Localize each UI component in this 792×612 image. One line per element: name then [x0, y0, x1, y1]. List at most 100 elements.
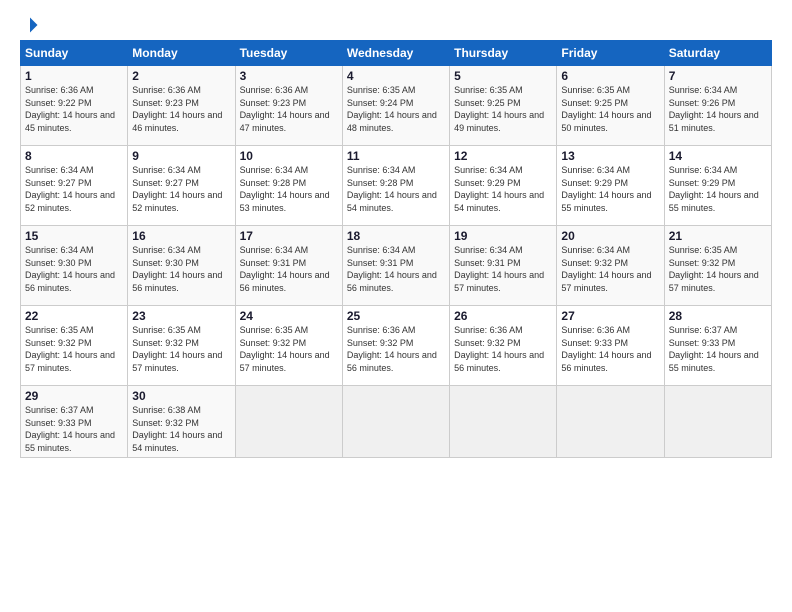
calendar-header-wednesday: Wednesday — [342, 41, 449, 66]
day-info: Sunrise: 6:34 AM Sunset: 9:32 PM Dayligh… — [561, 244, 659, 294]
day-info: Sunrise: 6:37 AM Sunset: 9:33 PM Dayligh… — [25, 404, 123, 454]
calendar-header-tuesday: Tuesday — [235, 41, 342, 66]
calendar-cell: 7 Sunrise: 6:34 AM Sunset: 9:26 PM Dayli… — [664, 66, 771, 146]
day-number: 1 — [25, 69, 123, 83]
calendar-table: SundayMondayTuesdayWednesdayThursdayFrid… — [20, 40, 772, 458]
day-number: 10 — [240, 149, 338, 163]
calendar-cell: 4 Sunrise: 6:35 AM Sunset: 9:24 PM Dayli… — [342, 66, 449, 146]
day-number: 16 — [132, 229, 230, 243]
calendar-cell: 26 Sunrise: 6:36 AM Sunset: 9:32 PM Dayl… — [450, 306, 557, 386]
day-info: Sunrise: 6:34 AM Sunset: 9:31 PM Dayligh… — [240, 244, 338, 294]
calendar-cell: 15 Sunrise: 6:34 AM Sunset: 9:30 PM Dayl… — [21, 226, 128, 306]
calendar-cell: 5 Sunrise: 6:35 AM Sunset: 9:25 PM Dayli… — [450, 66, 557, 146]
day-info: Sunrise: 6:35 AM Sunset: 9:32 PM Dayligh… — [669, 244, 767, 294]
calendar-cell — [450, 386, 557, 458]
day-info: Sunrise: 6:34 AM Sunset: 9:30 PM Dayligh… — [25, 244, 123, 294]
day-number: 7 — [669, 69, 767, 83]
day-info: Sunrise: 6:35 AM Sunset: 9:24 PM Dayligh… — [347, 84, 445, 134]
calendar-cell: 25 Sunrise: 6:36 AM Sunset: 9:32 PM Dayl… — [342, 306, 449, 386]
calendar-cell: 18 Sunrise: 6:34 AM Sunset: 9:31 PM Dayl… — [342, 226, 449, 306]
calendar-cell: 6 Sunrise: 6:35 AM Sunset: 9:25 PM Dayli… — [557, 66, 664, 146]
day-number: 6 — [561, 69, 659, 83]
day-number: 9 — [132, 149, 230, 163]
calendar-cell: 1 Sunrise: 6:36 AM Sunset: 9:22 PM Dayli… — [21, 66, 128, 146]
day-number: 5 — [454, 69, 552, 83]
day-number: 23 — [132, 309, 230, 323]
day-number: 28 — [669, 309, 767, 323]
day-info: Sunrise: 6:37 AM Sunset: 9:33 PM Dayligh… — [669, 324, 767, 374]
day-info: Sunrise: 6:36 AM Sunset: 9:23 PM Dayligh… — [132, 84, 230, 134]
day-number: 29 — [25, 389, 123, 403]
day-info: Sunrise: 6:34 AM Sunset: 9:30 PM Dayligh… — [132, 244, 230, 294]
calendar-cell: 8 Sunrise: 6:34 AM Sunset: 9:27 PM Dayli… — [21, 146, 128, 226]
day-info: Sunrise: 6:34 AM Sunset: 9:29 PM Dayligh… — [669, 164, 767, 214]
day-number: 18 — [347, 229, 445, 243]
day-number: 25 — [347, 309, 445, 323]
day-number: 15 — [25, 229, 123, 243]
day-number: 3 — [240, 69, 338, 83]
day-info: Sunrise: 6:34 AM Sunset: 9:27 PM Dayligh… — [132, 164, 230, 214]
day-info: Sunrise: 6:34 AM Sunset: 9:28 PM Dayligh… — [240, 164, 338, 214]
calendar-header-sunday: Sunday — [21, 41, 128, 66]
day-number: 30 — [132, 389, 230, 403]
calendar-header-saturday: Saturday — [664, 41, 771, 66]
calendar-cell: 22 Sunrise: 6:35 AM Sunset: 9:32 PM Dayl… — [21, 306, 128, 386]
day-info: Sunrise: 6:35 AM Sunset: 9:32 PM Dayligh… — [25, 324, 123, 374]
calendar-cell: 2 Sunrise: 6:36 AM Sunset: 9:23 PM Dayli… — [128, 66, 235, 146]
calendar-cell: 17 Sunrise: 6:34 AM Sunset: 9:31 PM Dayl… — [235, 226, 342, 306]
calendar-cell: 19 Sunrise: 6:34 AM Sunset: 9:31 PM Dayl… — [450, 226, 557, 306]
calendar-header-row: SundayMondayTuesdayWednesdayThursdayFrid… — [21, 41, 772, 66]
day-info: Sunrise: 6:35 AM Sunset: 9:25 PM Dayligh… — [454, 84, 552, 134]
day-number: 26 — [454, 309, 552, 323]
calendar-cell: 20 Sunrise: 6:34 AM Sunset: 9:32 PM Dayl… — [557, 226, 664, 306]
day-number: 2 — [132, 69, 230, 83]
calendar-cell: 23 Sunrise: 6:35 AM Sunset: 9:32 PM Dayl… — [128, 306, 235, 386]
page-header — [20, 16, 772, 30]
calendar-cell: 10 Sunrise: 6:34 AM Sunset: 9:28 PM Dayl… — [235, 146, 342, 226]
day-number: 24 — [240, 309, 338, 323]
day-info: Sunrise: 6:34 AM Sunset: 9:28 PM Dayligh… — [347, 164, 445, 214]
calendar-header-thursday: Thursday — [450, 41, 557, 66]
calendar-cell: 27 Sunrise: 6:36 AM Sunset: 9:33 PM Dayl… — [557, 306, 664, 386]
day-info: Sunrise: 6:34 AM Sunset: 9:29 PM Dayligh… — [561, 164, 659, 214]
day-number: 21 — [669, 229, 767, 243]
calendar-cell: 3 Sunrise: 6:36 AM Sunset: 9:23 PM Dayli… — [235, 66, 342, 146]
calendar-cell: 16 Sunrise: 6:34 AM Sunset: 9:30 PM Dayl… — [128, 226, 235, 306]
calendar-cell: 28 Sunrise: 6:37 AM Sunset: 9:33 PM Dayl… — [664, 306, 771, 386]
day-info: Sunrise: 6:38 AM Sunset: 9:32 PM Dayligh… — [132, 404, 230, 454]
day-number: 14 — [669, 149, 767, 163]
day-info: Sunrise: 6:36 AM Sunset: 9:32 PM Dayligh… — [454, 324, 552, 374]
day-info: Sunrise: 6:35 AM Sunset: 9:32 PM Dayligh… — [132, 324, 230, 374]
calendar-cell: 29 Sunrise: 6:37 AM Sunset: 9:33 PM Dayl… — [21, 386, 128, 458]
calendar-cell — [557, 386, 664, 458]
day-number: 4 — [347, 69, 445, 83]
day-info: Sunrise: 6:36 AM Sunset: 9:23 PM Dayligh… — [240, 84, 338, 134]
logo-icon — [21, 16, 39, 34]
calendar-cell — [342, 386, 449, 458]
day-info: Sunrise: 6:34 AM Sunset: 9:31 PM Dayligh… — [347, 244, 445, 294]
day-number: 13 — [561, 149, 659, 163]
calendar-cell — [664, 386, 771, 458]
day-number: 8 — [25, 149, 123, 163]
calendar-header-monday: Monday — [128, 41, 235, 66]
day-info: Sunrise: 6:36 AM Sunset: 9:32 PM Dayligh… — [347, 324, 445, 374]
day-info: Sunrise: 6:35 AM Sunset: 9:32 PM Dayligh… — [240, 324, 338, 374]
day-info: Sunrise: 6:34 AM Sunset: 9:29 PM Dayligh… — [454, 164, 552, 214]
calendar-cell: 30 Sunrise: 6:38 AM Sunset: 9:32 PM Dayl… — [128, 386, 235, 458]
day-number: 22 — [25, 309, 123, 323]
day-number: 27 — [561, 309, 659, 323]
calendar-header-friday: Friday — [557, 41, 664, 66]
day-number: 20 — [561, 229, 659, 243]
calendar-cell: 11 Sunrise: 6:34 AM Sunset: 9:28 PM Dayl… — [342, 146, 449, 226]
calendar-cell — [235, 386, 342, 458]
day-number: 17 — [240, 229, 338, 243]
calendar-cell: 24 Sunrise: 6:35 AM Sunset: 9:32 PM Dayl… — [235, 306, 342, 386]
day-info: Sunrise: 6:34 AM Sunset: 9:27 PM Dayligh… — [25, 164, 123, 214]
day-number: 12 — [454, 149, 552, 163]
day-info: Sunrise: 6:34 AM Sunset: 9:26 PM Dayligh… — [669, 84, 767, 134]
calendar-cell: 14 Sunrise: 6:34 AM Sunset: 9:29 PM Dayl… — [664, 146, 771, 226]
day-info: Sunrise: 6:36 AM Sunset: 9:22 PM Dayligh… — [25, 84, 123, 134]
calendar-cell: 21 Sunrise: 6:35 AM Sunset: 9:32 PM Dayl… — [664, 226, 771, 306]
day-info: Sunrise: 6:34 AM Sunset: 9:31 PM Dayligh… — [454, 244, 552, 294]
logo — [20, 16, 40, 30]
